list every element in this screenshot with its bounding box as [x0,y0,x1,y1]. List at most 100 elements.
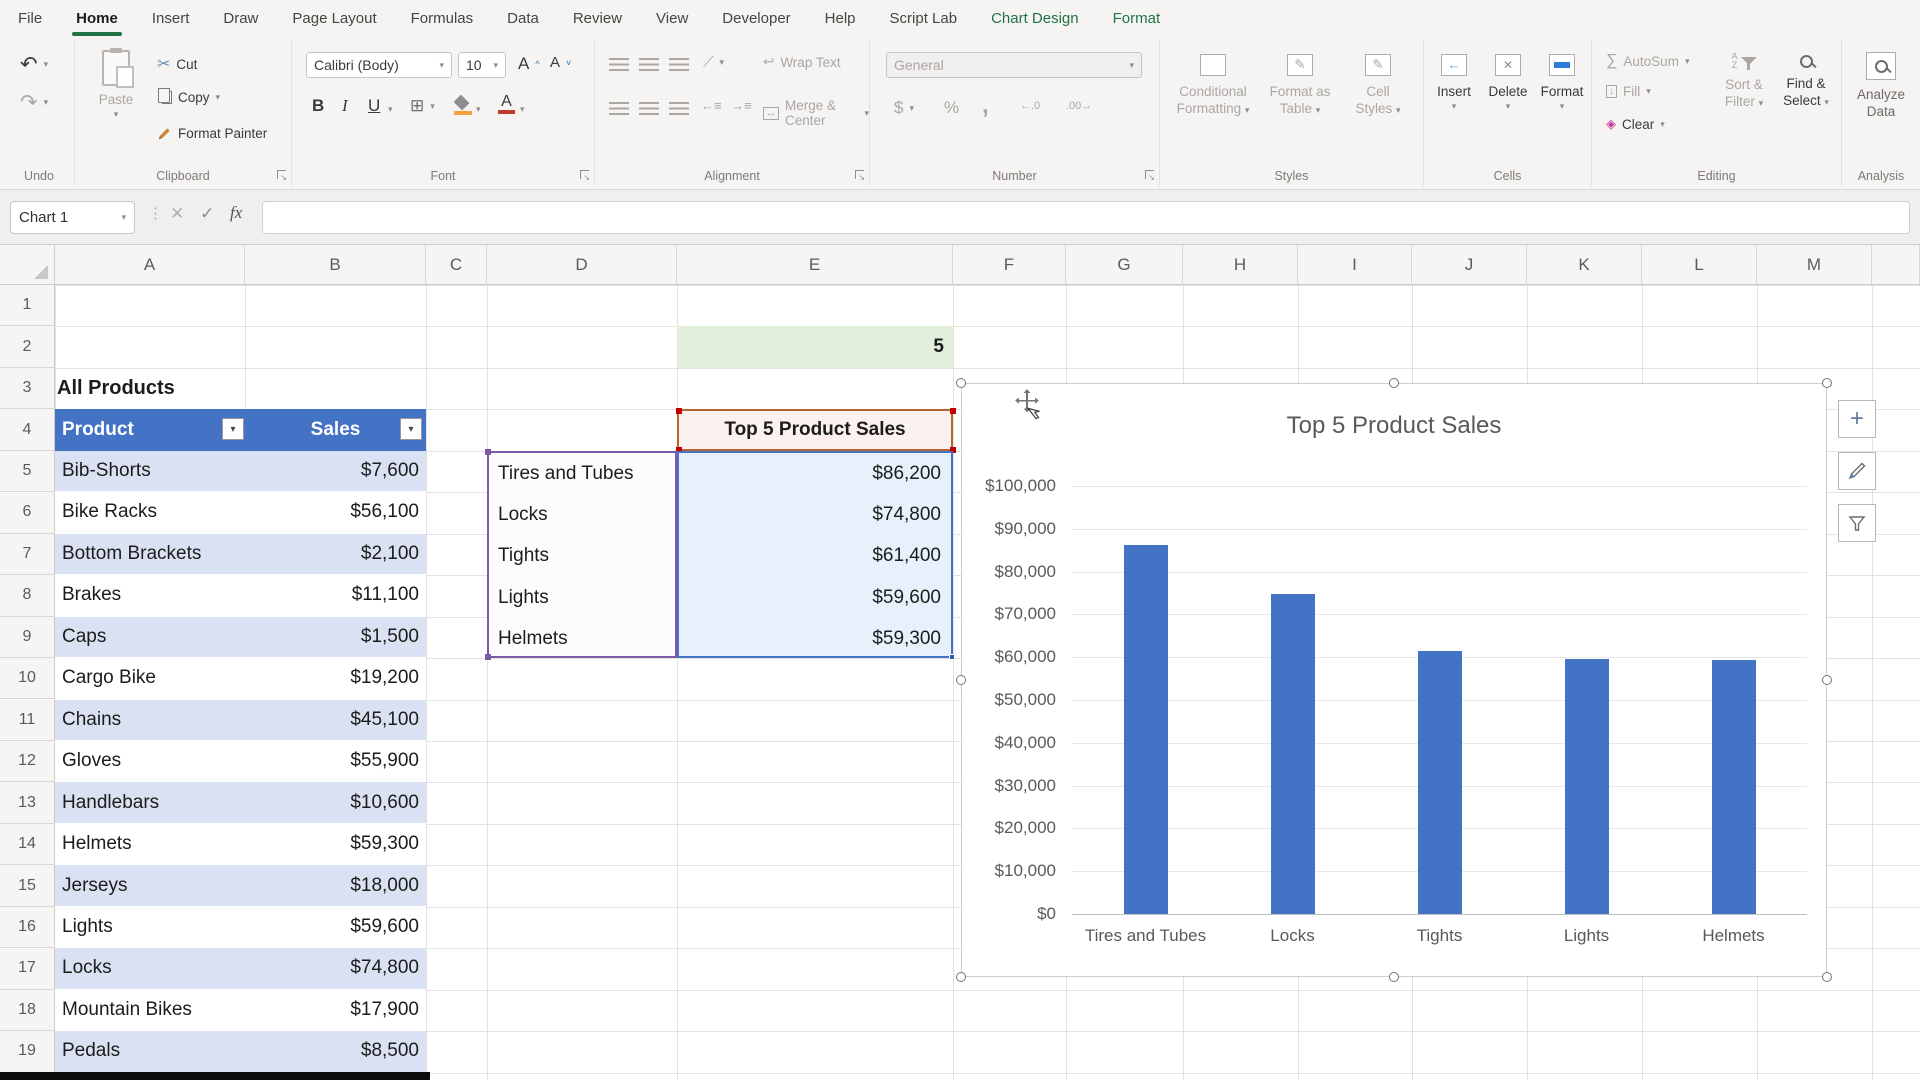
product-name-cell[interactable]: Locks [55,948,245,988]
align-top-icon[interactable] [609,58,629,71]
cell-styles-button[interactable]: ✎ Cell Styles ▾ [1344,54,1412,118]
number-format-select[interactable]: General▾ [886,52,1142,78]
product-sales-cell[interactable]: $74,800 [245,948,426,988]
product-name-cell[interactable]: Helmets [55,824,245,864]
product-sales-cell[interactable]: $45,100 [245,700,426,740]
table-row[interactable]: Brakes$11,100 [55,575,426,616]
product-sales-cell[interactable]: $7,600 [245,451,426,491]
product-sales-cell[interactable]: $19,200 [245,658,426,698]
row-header-3[interactable]: 3 [0,368,55,409]
comma-style-button[interactable]: , [982,92,989,120]
menu-tab-review[interactable]: Review [573,0,622,36]
product-sales-cell[interactable]: $56,100 [245,492,426,532]
column-header-L[interactable]: L [1642,245,1757,285]
row-header-18[interactable]: 18 [0,990,55,1031]
row-header-14[interactable]: 14 [0,824,55,865]
column-header-B[interactable]: B [245,245,426,285]
table-row[interactable]: Helmets$59,300 [55,824,426,865]
chart-object[interactable]: Top 5 Product Sales $0$10,000$20,000$30,… [961,383,1827,977]
chart-bar-tights[interactable] [1418,651,1462,914]
table-row[interactable]: Handlebars$10,600 [55,782,426,823]
format-painter-button[interactable]: Format Painter [157,126,267,141]
table-row[interactable]: Jerseys$18,000 [55,865,426,906]
chart-selection-handle[interactable] [1822,675,1832,685]
column-header-M[interactable]: M [1757,245,1872,285]
font-size-select[interactable]: 10▾ [458,52,506,78]
row-header-5[interactable]: 5 [0,451,55,492]
column-header-I[interactable]: I [1298,245,1412,285]
column-header-partial[interactable] [1872,245,1920,285]
top5-product-cell[interactable]: Tights [491,536,675,577]
cut-button[interactable]: ✂Cut [157,54,197,74]
table-row[interactable]: Cargo Bike$19,200 [55,658,426,699]
chart-selection-handle[interactable] [1822,378,1832,388]
format-cells-button[interactable]: Format ▾ [1536,54,1588,112]
chart-selection-handle[interactable] [956,972,966,982]
insert-cells-button[interactable]: ← Insert ▾ [1428,54,1480,112]
fill-color-dropdown[interactable]: ▾ [476,104,481,115]
range-handle-blue[interactable] [949,654,955,660]
align-right-icon[interactable] [669,102,689,115]
delete-cells-button[interactable]: ✕ Delete ▾ [1482,54,1534,112]
table-row[interactable]: Caps$1,500 [55,617,426,658]
row-header-8[interactable]: 8 [0,575,55,616]
formula-bar-grip[interactable]: ⋮ [148,204,163,222]
product-name-cell[interactable]: Cargo Bike [55,658,245,698]
name-box[interactable]: Chart 1 ▾ [10,201,135,234]
row-header-11[interactable]: 11 [0,700,55,741]
filter-button-product[interactable]: ▾ [222,418,244,440]
row-header-2[interactable]: 2 [0,326,55,367]
product-name-cell[interactable]: Bottom Brackets [55,534,245,574]
top5-sales-cell[interactable]: $86,200 [681,453,949,494]
align-left-icon[interactable] [609,102,629,115]
align-middle-icon[interactable] [639,58,659,71]
menu-tab-script-lab[interactable]: Script Lab [890,0,958,36]
row-header-10[interactable]: 10 [0,658,55,699]
chart-bar-lights[interactable] [1565,659,1609,914]
cell-E4-top5-title[interactable]: Top 5 Product Sales [677,409,953,450]
product-sales-cell[interactable]: $10,600 [245,782,426,822]
font-color-button[interactable]: A [498,94,515,114]
menu-tab-format[interactable]: Format [1113,0,1161,36]
menu-tab-page-layout[interactable]: Page Layout [292,0,376,36]
top5-product-cell[interactable]: Lights [491,577,675,618]
row-header-12[interactable]: 12 [0,741,55,782]
chart-selection-handle[interactable] [1822,972,1832,982]
row-header-6[interactable]: 6 [0,492,55,533]
menu-tab-draw[interactable]: Draw [223,0,258,36]
product-sales-cell[interactable]: $59,300 [245,824,426,864]
top5-product-cell[interactable]: Tires and Tubes [491,453,675,494]
column-header-H[interactable]: H [1183,245,1298,285]
bold-button[interactable]: B [312,96,324,116]
copy-button[interactable]: Copy▾ [157,90,220,105]
select-all-corner[interactable] [0,245,55,285]
menu-tab-formulas[interactable]: Formulas [411,0,474,36]
find-select-button[interactable]: Find & Select ▾ [1776,52,1836,110]
borders-button[interactable]: ⊞▾ [410,96,435,116]
filter-button-sales[interactable]: ▾ [400,418,422,440]
column-header-C[interactable]: C [426,245,487,285]
row-header-7[interactable]: 7 [0,534,55,575]
enter-icon[interactable]: ✓ [200,204,214,224]
product-name-cell[interactable]: Jerseys [55,865,245,905]
format-as-table-button[interactable]: ✎ Format as Table ▾ [1260,54,1340,118]
menu-tab-help[interactable]: Help [825,0,856,36]
product-name-cell[interactable]: Gloves [55,741,245,781]
row-header-17[interactable]: 17 [0,948,55,989]
orientation-button[interactable]: ⟋▾ [703,54,724,71]
font-name-select[interactable]: Calibri (Body)▾ [306,52,452,78]
column-header-J[interactable]: J [1412,245,1527,285]
cancel-icon[interactable]: ✕ [170,204,184,224]
menu-tab-chart-design[interactable]: Chart Design [991,0,1079,36]
top5-sales-cell[interactable]: $61,400 [681,536,949,577]
product-name-cell[interactable]: Mountain Bikes [55,990,245,1030]
accounting-format-button[interactable]: $▾ [894,98,914,118]
align-bottom-icon[interactable] [669,58,689,71]
product-name-cell[interactable]: Pedals [55,1031,245,1071]
product-sales-cell[interactable]: $8,500 [245,1031,426,1071]
formula-input[interactable] [262,201,1910,234]
table-row[interactable]: Chains$45,100 [55,700,426,741]
menu-tab-developer[interactable]: Developer [722,0,790,36]
product-name-cell[interactable]: Handlebars [55,782,245,822]
product-sales-cell[interactable]: $18,000 [245,865,426,905]
